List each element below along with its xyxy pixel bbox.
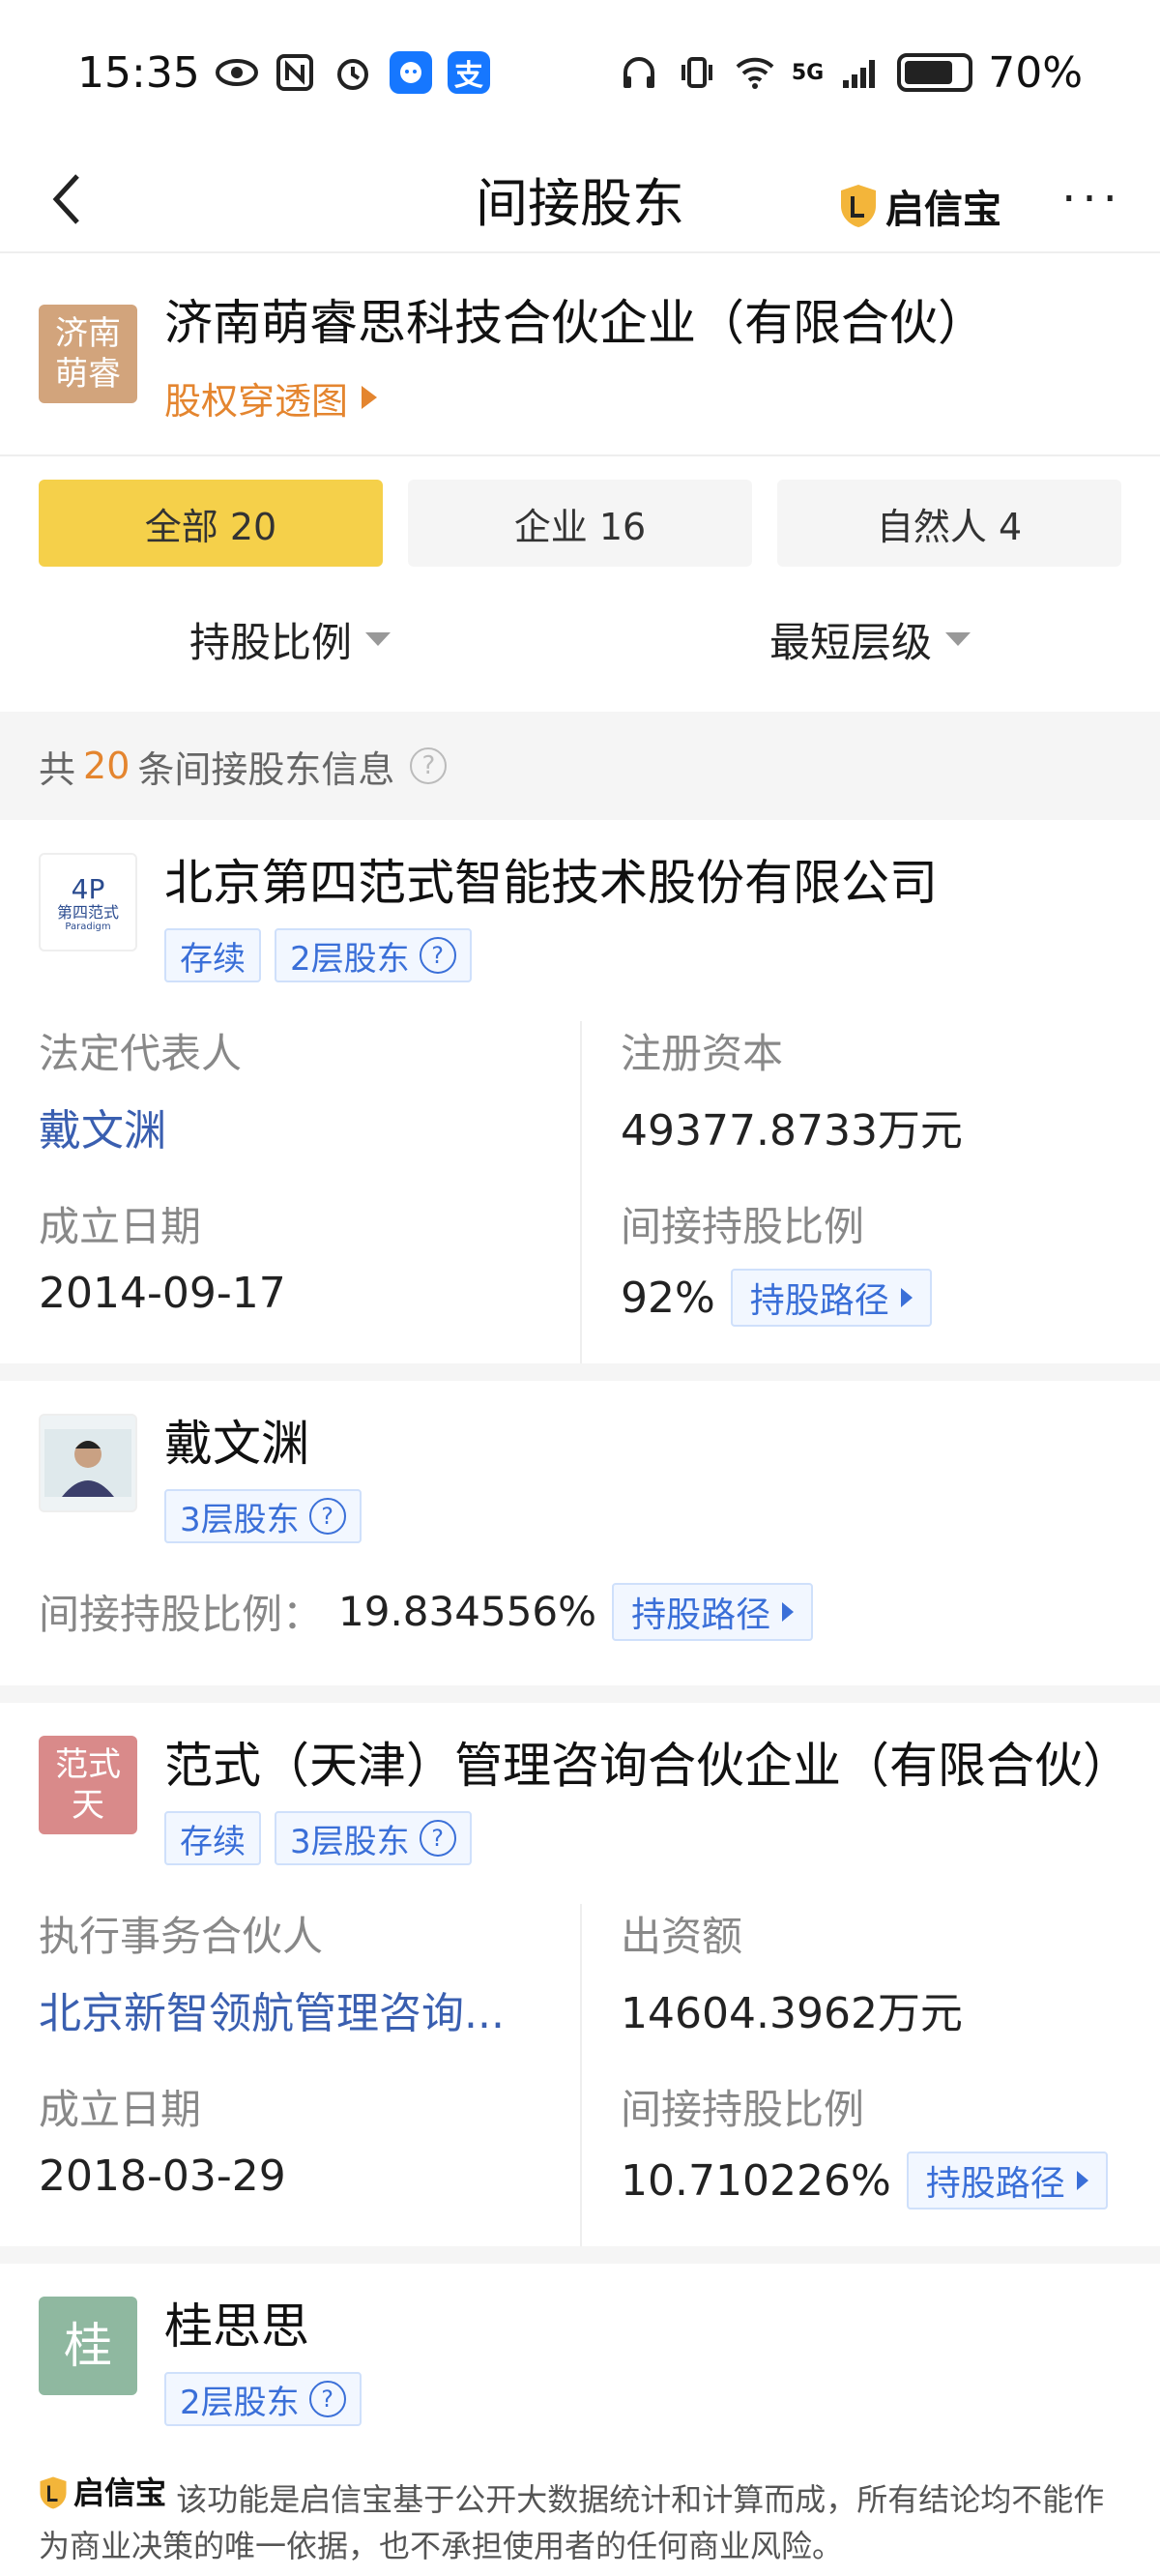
field-value: 2018-03-29 bbox=[39, 2152, 286, 2201]
company-header: 济南萌睿 济南萌睿思科技合伙企业（有限合伙） 股权穿透图 bbox=[0, 253, 1160, 456]
shield-logo-icon bbox=[40, 2476, 67, 2509]
field-label: 法定代表人 bbox=[39, 1030, 243, 1077]
company-logo: 4P 第四范式 Paradigm bbox=[39, 853, 137, 951]
triangle-right-icon bbox=[362, 386, 378, 409]
status-time: 15:35 bbox=[77, 47, 200, 98]
person-photo-icon bbox=[44, 1429, 131, 1497]
chat-app-icon bbox=[389, 51, 432, 94]
help-icon: ? bbox=[308, 1498, 346, 1535]
headphones-icon bbox=[618, 51, 660, 94]
status-badge: 存续 bbox=[164, 1811, 261, 1865]
help-icon: ? bbox=[308, 2381, 346, 2417]
vibrate-icon bbox=[676, 51, 718, 94]
divider bbox=[0, 1363, 1160, 1381]
nav-bar: 间接股东 启信宝 ··· bbox=[0, 145, 1160, 253]
filter-tabs: 全部 20 企业 16 自然人 4 bbox=[0, 456, 1160, 567]
holding-path-button[interactable]: 持股路径 bbox=[730, 1269, 932, 1327]
help-icon: ? bbox=[419, 937, 456, 974]
shareholder-card[interactable]: 4P 第四范式 Paradigm 北京第四范式智能技术股份有限公司 存续 2层股… bbox=[0, 820, 1160, 1363]
field-value: 14604.3962万元 bbox=[621, 1989, 963, 2038]
company-logo: 范式天 bbox=[39, 1736, 137, 1834]
tab-enterprise[interactable]: 企业 16 bbox=[408, 480, 752, 567]
field-label: 间接持股比例 bbox=[621, 1203, 865, 1250]
help-icon: ? bbox=[419, 1820, 456, 1857]
level-badge[interactable]: 2层股东? bbox=[164, 2372, 362, 2426]
avatar bbox=[39, 1414, 137, 1512]
shareholder-card[interactable]: 范式天 范式（天津）管理咨询合伙企业（有限合伙） 存续 3层股东? 执行事务合伙… bbox=[0, 1703, 1160, 2246]
status-left: 15:35 支 bbox=[77, 48, 490, 98]
field-value: 49377.8733万元 bbox=[621, 1106, 963, 1156]
disclaimer-footer: 启信宝 该功能是启信宝基于公开大数据统计和计算而成，所有结论均不能作为商业决策的… bbox=[0, 2456, 1160, 2576]
ratio-value: 92% bbox=[621, 1273, 715, 1323]
shareholder-card[interactable]: 戴文渊 3层股东? 间接持股比例： 19.834556% 持股路径 bbox=[0, 1381, 1160, 1685]
caret-down-icon bbox=[945, 632, 971, 646]
count-number: 20 bbox=[83, 745, 130, 787]
triangle-right-icon bbox=[1076, 2171, 1088, 2190]
field-label: 间接持股比例 bbox=[621, 2086, 865, 2133]
signal-icon bbox=[839, 51, 882, 94]
field-value: 2014-09-17 bbox=[39, 1269, 286, 1318]
help-icon[interactable]: ? bbox=[410, 747, 448, 784]
field-label: 成立日期 bbox=[39, 1203, 202, 1250]
field-label: 间接持股比例： bbox=[39, 1591, 324, 1638]
holding-path-button[interactable]: 持股路径 bbox=[612, 1582, 814, 1641]
field-label: 执行事务合伙人 bbox=[39, 1913, 324, 1960]
avatar: 桂 bbox=[39, 2297, 137, 2395]
field-label: 出资额 bbox=[621, 1913, 743, 1960]
alarm-icon bbox=[332, 51, 374, 94]
level-badge[interactable]: 3层股东? bbox=[275, 1811, 472, 1865]
caret-down-icon bbox=[365, 632, 391, 646]
shareholder-name[interactable]: 戴文渊 bbox=[164, 1414, 1121, 1474]
field-label: 注册资本 bbox=[621, 1030, 784, 1077]
shareholder-card[interactable]: 桂 桂思思 2层股东? bbox=[0, 2264, 1160, 2426]
brand-name: 启信宝 bbox=[885, 188, 1001, 232]
sort-filters: 持股比例 最短层级 bbox=[0, 567, 1160, 712]
level-filter[interactable]: 最短层级 bbox=[580, 610, 1160, 669]
tab-person[interactable]: 自然人 4 bbox=[777, 480, 1121, 567]
battery-icon bbox=[897, 53, 973, 92]
status-badge: 存续 bbox=[164, 928, 261, 982]
more-button[interactable]: ··· bbox=[1054, 170, 1131, 228]
disclaimer-text: 该功能是启信宝基于公开大数据统计和计算而成，所有结论均不能作为商业决策的唯一依据… bbox=[39, 2481, 1105, 2564]
divider bbox=[0, 2246, 1160, 2264]
partner-link[interactable]: 北京新智领航管理咨询... bbox=[39, 1978, 580, 2040]
ratio-value: 19.834556% bbox=[338, 1588, 597, 1635]
nfc-icon bbox=[274, 51, 316, 94]
shield-logo-icon bbox=[841, 185, 876, 227]
field-label: 成立日期 bbox=[39, 2086, 202, 2133]
battery-level: 70% bbox=[988, 47, 1083, 98]
alipay-icon: 支 bbox=[447, 51, 490, 94]
svg-text:4P: 4P bbox=[72, 873, 105, 904]
ratio-filter[interactable]: 持股比例 bbox=[0, 610, 580, 669]
status-bar: 15:35 支 5G 70% bbox=[0, 0, 1160, 145]
holding-path-button[interactable]: 持股路径 bbox=[906, 2152, 1108, 2210]
shareholder-name[interactable]: 范式（天津）管理咨询合伙企业（有限合伙） bbox=[164, 1736, 1131, 1796]
wifi-icon bbox=[734, 51, 776, 94]
triangle-right-icon bbox=[900, 1288, 913, 1307]
eye-icon bbox=[215, 51, 258, 94]
tab-all[interactable]: 全部 20 bbox=[39, 480, 383, 567]
level-badge[interactable]: 2层股东? bbox=[275, 928, 472, 982]
legal-rep-link[interactable]: 戴文渊 bbox=[39, 1096, 580, 1157]
company-name: 济南萌睿思科技合伙企业（有限合伙） bbox=[164, 294, 986, 351]
shareholder-name[interactable]: 北京第四范式智能技术股份有限公司 bbox=[164, 853, 1121, 913]
status-right: 5G 70% bbox=[618, 48, 1083, 98]
paradigm-logo-icon: 4P bbox=[72, 873, 105, 904]
ratio-value: 10.710226% bbox=[621, 2155, 891, 2206]
equity-chart-link[interactable]: 股权穿透图 bbox=[164, 371, 986, 424]
footer-brand: 启信宝 bbox=[39, 2470, 166, 2516]
triangle-right-icon bbox=[782, 1601, 795, 1622]
level-badge[interactable]: 3层股东? bbox=[164, 1489, 362, 1543]
brand-logo[interactable]: 启信宝 bbox=[839, 178, 1001, 234]
result-count: 共 20 条间接股东信息 ? bbox=[0, 712, 1160, 820]
divider bbox=[0, 1685, 1160, 1703]
shareholder-name[interactable]: 桂思思 bbox=[164, 2297, 1121, 2356]
company-logo: 济南萌睿 bbox=[39, 305, 137, 403]
network-type: 5G bbox=[791, 60, 825, 85]
